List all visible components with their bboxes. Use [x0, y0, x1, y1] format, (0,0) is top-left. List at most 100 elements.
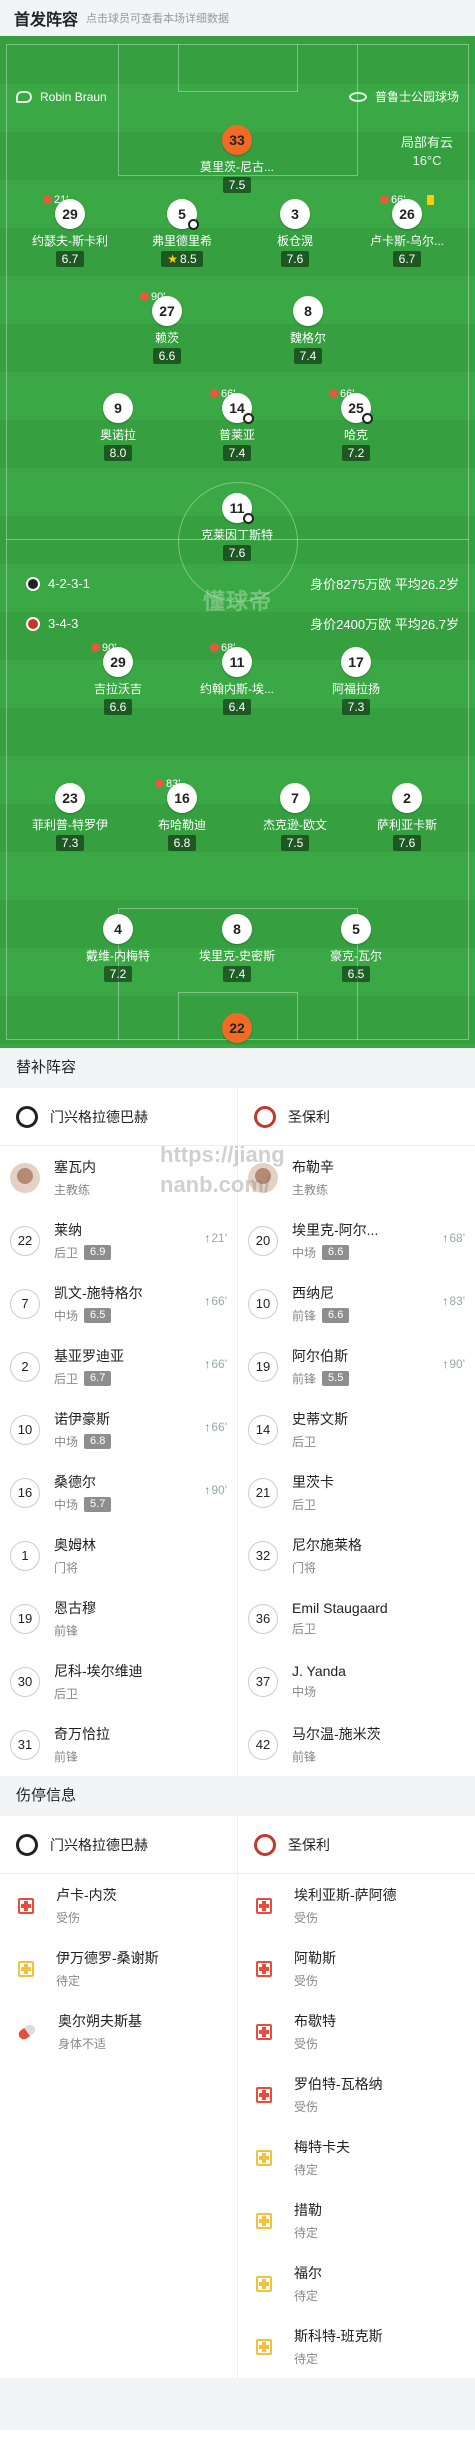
away-player[interactable]: 2 萨利亚卡斯 7.6 — [352, 783, 462, 852]
injuries-title: 伤停信息 — [0, 1776, 475, 1816]
away-player[interactable]: 23 菲利普-特罗伊 7.3 — [15, 783, 125, 852]
home-player[interactable]: 8 魏格尔 7.4 — [253, 296, 363, 365]
injury-status: 待定 — [294, 2163, 319, 2177]
away-player[interactable]: 22瓦西里6.5 — [182, 1013, 292, 1048]
substitution-time: 66' — [380, 194, 405, 206]
sub-row[interactable]: 14 史蒂文斯 后卫 — [238, 1398, 475, 1461]
home-player[interactable]: 11 克莱因丁斯特 7.6 — [182, 493, 292, 562]
pitch: Robin Braun 普鲁士公园球场 局部有云 16°C 4-2-3-1 身价… — [0, 36, 475, 1048]
weather: 局部有云 16°C — [401, 134, 453, 170]
player-name: 杰克逊-欧文 — [263, 818, 327, 832]
sub-row[interactable]: 42 马尔温-施米茨 前锋 — [238, 1713, 475, 1776]
injury-row[interactable]: 伊万德罗-桑谢斯 待定 — [0, 1937, 237, 2000]
sub-position: 中场 — [54, 1498, 79, 1512]
injury-row[interactable]: 阿勒斯 受伤 — [238, 1937, 475, 2000]
goal-ball-icon — [243, 513, 254, 524]
injury-row[interactable]: 措勒 待定 — [238, 2189, 475, 2252]
sub-row[interactable]: 1 奥姆林 门将 — [0, 1524, 237, 1587]
injury-icon — [256, 2086, 272, 2103]
player-name: 魏格尔 — [289, 331, 326, 345]
sub-in-time: 66' — [204, 1357, 227, 1371]
sub-row[interactable]: 36 Emil Staugaard 后卫 — [238, 1587, 475, 1650]
injured-player-name: 伊万德罗-桑谢斯 — [56, 1950, 159, 1966]
sub-number: 19 — [10, 1603, 40, 1634]
sub-row[interactable]: 21 里茨卡 后卫 — [238, 1461, 475, 1524]
away-player[interactable]: 11 68' 约翰内斯-埃... 6.4 — [182, 642, 292, 716]
away-summary: 身价2400万欧 平均26.7岁 — [310, 617, 459, 632]
sub-position: 后卫 — [292, 1498, 317, 1512]
sub-row[interactable]: 22 莱纳后卫 6.9 21' — [0, 1209, 237, 1272]
sub-position: 前锋 — [54, 1624, 79, 1638]
subs-home-list: 塞瓦内主教练 22 莱纳后卫 6.9 21' 7 凯文-施特格尔中场 6.5 66' 2 基亚罗迪亚… — [0, 1146, 237, 1776]
away-player[interactable]: 16 83' 布哈勒迪 6.8 — [127, 778, 237, 852]
sub-number: 21 — [248, 1477, 278, 1508]
player-name: 瓦西里 — [182, 1046, 292, 1048]
sub-row[interactable]: 7 凯文-施特格尔中场 6.5 66' — [0, 1272, 237, 1335]
away-player[interactable]: 5 豪克-瓦尔 6.5 — [301, 914, 411, 983]
sub-row[interactable]: 16 桑德尔中场 5.7 90' — [0, 1461, 237, 1524]
injury-row[interactable]: 卢卡-内茨 受伤 — [0, 1874, 237, 1937]
sub-row[interactable]: 2 基亚罗迪亚后卫 6.7 66' — [0, 1335, 237, 1398]
away-player[interactable]: 17 阿福拉扬 7.3 — [301, 647, 411, 716]
sub-position: 中场 — [292, 1685, 317, 1699]
sub-number: 32 — [248, 1540, 278, 1571]
sub-number: 22 — [10, 1225, 40, 1256]
doubt-icon — [256, 2212, 272, 2229]
home-player[interactable]: 5弗里德里希8.5 — [127, 199, 237, 268]
player-name: 萨利亚卡斯 — [376, 818, 437, 832]
sub-row[interactable]: 10 西纳尼前锋 6.6 83' — [238, 1272, 475, 1335]
sub-row[interactable]: 19 恩古穆 前锋 — [0, 1587, 237, 1650]
player-name: 莫里茨-尼古... — [200, 160, 274, 174]
sub-number: 7 — [10, 1288, 40, 1319]
injuries-teams-row: 门兴格拉德巴赫 圣保利 — [0, 1816, 475, 1874]
sub-row[interactable]: 30 尼科-埃尔维迪 后卫 — [0, 1650, 237, 1713]
player-name: 弗里德里希 — [151, 234, 212, 248]
away-player[interactable]: 7 杰克逊-欧文 7.5 — [240, 783, 350, 852]
injury-row[interactable]: 埃利亚斯-萨阿德 受伤 — [238, 1874, 475, 1937]
page-hint: 点击球员可查看本场详细数据 — [86, 13, 230, 25]
home-player[interactable]: 33 莫里茨-尼古... 7.5 — [182, 125, 292, 194]
home-player[interactable]: 27 90' 赖茨 6.6 — [112, 291, 222, 365]
home-player[interactable]: 14 66' 普莱亚 7.4 — [182, 388, 292, 462]
subs-grid: 塞瓦内主教练22莱纳后卫6.921'7凯文-施特格尔中场6.566'2基亚罗迪亚… — [0, 1146, 475, 1776]
sub-row[interactable]: 20 埃里克-阿尔... 中场 6.6 68' — [238, 1209, 475, 1272]
player-name: 普莱亚 — [218, 428, 255, 442]
sub-row[interactable]: 31 奇万恰拉 前锋 — [0, 1713, 237, 1776]
home-player[interactable]: 29 21' 约瑟夫-斯卡利 6.7 — [15, 194, 125, 268]
away-player[interactable]: 4 戴维-内梅特 7.2 — [63, 914, 173, 983]
home-player[interactable]: 26 66' 卢卡斯-乌尔... 6.7 — [352, 194, 462, 268]
sub-name: 莱纳 — [54, 1222, 82, 1238]
injury-row[interactable]: 斯科特-班克斯 待定 — [238, 2315, 475, 2378]
sub-name: 奥姆林 — [54, 1537, 96, 1553]
sub-row[interactable]: 37 J. Yanda 中场 — [238, 1650, 475, 1713]
sub-row[interactable]: 19 阿尔伯斯前锋 5.5 90' — [238, 1335, 475, 1398]
sub-number: 14 — [248, 1414, 278, 1445]
player-name: 吉拉沃吉 — [93, 682, 142, 696]
injury-row[interactable]: 梅特卡夫 待定 — [238, 2126, 475, 2189]
substitution-time: 90' — [91, 642, 116, 654]
home-player[interactable]: 3 板仓滉 7.6 — [240, 199, 350, 268]
sub-row[interactable]: 32 尼尔施莱格 门将 — [238, 1524, 475, 1587]
jersey-number: 2 — [392, 783, 422, 813]
home-player[interactable]: 25 66' 哈克 7.2 — [301, 388, 411, 462]
goal-ball-icon — [188, 219, 199, 230]
away-player[interactable]: 8 埃里克-史密斯 7.4 — [182, 914, 292, 983]
player-name: 阿福拉扬 — [331, 682, 380, 696]
jersey-number: 3 — [280, 199, 310, 229]
substitution-time: 21' — [43, 194, 68, 206]
injury-row[interactable]: 奥尔朔夫斯基 身体不适 — [0, 2000, 237, 2063]
sub-row[interactable]: 10 诺伊豪斯中场 6.8 66' — [0, 1398, 237, 1461]
sub-rating: 6.5 — [84, 1308, 112, 1323]
substitution-time: 66' — [329, 388, 354, 400]
away-player[interactable]: 29 90' 吉拉沃吉 6.6 — [63, 642, 173, 716]
injury-row[interactable]: 布歇特 受伤 — [238, 2000, 475, 2063]
home-player[interactable]: 9 奥诺拉 8.0 — [63, 393, 173, 462]
sub-name: 埃里克-阿尔... — [292, 1222, 379, 1238]
doubt-icon — [256, 2149, 272, 2166]
injury-row[interactable]: 罗伯特-瓦格纳 受伤 — [238, 2063, 475, 2126]
weather-text: 局部有云 — [400, 135, 453, 150]
injured-player-name: 布歇特 — [294, 2013, 336, 2029]
sub-number: 37 — [248, 1666, 278, 1697]
sub-in-time: 66' — [204, 1420, 227, 1434]
injury-row[interactable]: 福尔 待定 — [238, 2252, 475, 2315]
